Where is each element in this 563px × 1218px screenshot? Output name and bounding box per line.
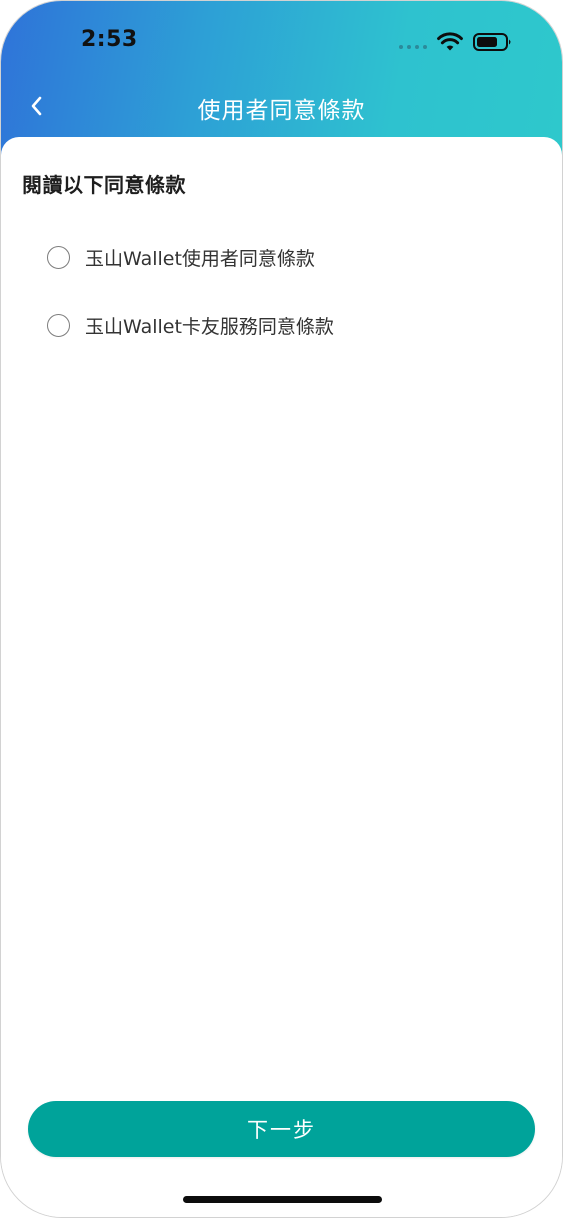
content-card: 閱讀以下同意條款 玉山Wallet使用者同意條款 玉山Wallet卡友服務同意條… xyxy=(1,137,562,1217)
wifi-icon xyxy=(437,32,463,51)
page-title: 使用者同意條款 xyxy=(197,98,366,124)
phone-screen: 2:53 使用者同意條款 閱讀以下同意條款 玉山Wallet使用者同意條款 玉山… xyxy=(0,0,563,1218)
navigation-bar: 使用者同意條款 xyxy=(1,81,562,137)
term-item-wallet-user-agreement[interactable]: 玉山Wallet使用者同意條款 xyxy=(47,241,517,273)
radio-button[interactable] xyxy=(47,313,70,337)
status-time: 2:53 xyxy=(81,27,138,52)
battery-icon xyxy=(473,33,511,51)
radio-button[interactable] xyxy=(47,245,70,269)
home-indicator xyxy=(183,1196,382,1203)
status-bar: 2:53 xyxy=(1,1,562,81)
cellular-signal-icon xyxy=(399,45,427,49)
terms-list: 玉山Wallet使用者同意條款 玉山Wallet卡友服務同意條款 xyxy=(47,241,517,377)
term-label[interactable]: 玉山Wallet卡友服務同意條款 xyxy=(85,312,334,339)
term-item-cardholder-service-agreement[interactable]: 玉山Wallet卡友服務同意條款 xyxy=(47,309,517,341)
next-button[interactable]: 下一步 xyxy=(28,1101,535,1157)
term-label[interactable]: 玉山Wallet使用者同意條款 xyxy=(85,244,315,271)
section-heading: 閱讀以下同意條款 xyxy=(22,173,186,197)
